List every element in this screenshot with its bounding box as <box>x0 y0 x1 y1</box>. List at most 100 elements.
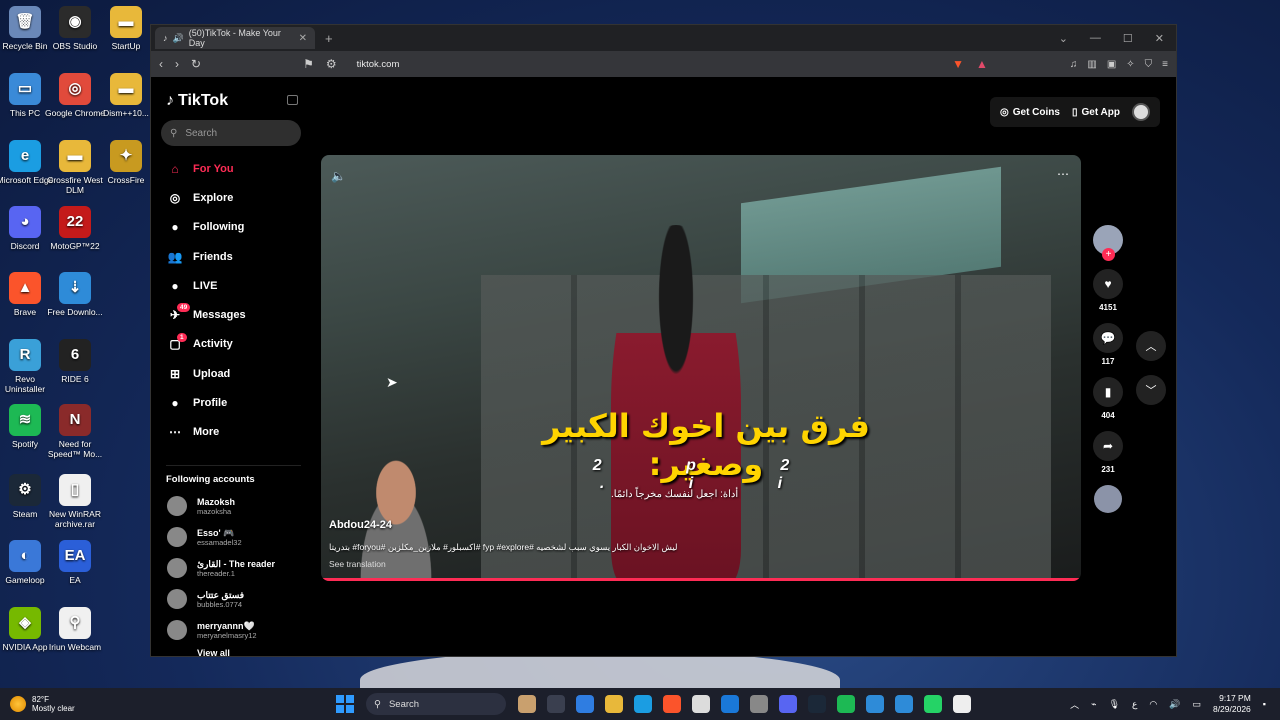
tab-search-icon[interactable]: ⌄ <box>1059 32 1068 45</box>
account-handle: meryanelmasry12 <box>197 630 257 640</box>
language-icon[interactable]: ع <box>1132 699 1137 710</box>
nav-item-for-you[interactable]: ⌂ For You <box>161 154 301 183</box>
profile-avatar[interactable] <box>1132 103 1150 121</box>
more-options-icon[interactable]: ⋯ <box>1057 167 1069 181</box>
taskbar-app-icon[interactable] <box>663 695 681 713</box>
tray-overflow-icon[interactable]: ︿ <box>1070 698 1079 711</box>
menu-icon[interactable]: ≡ <box>1162 59 1168 70</box>
nav-item-following[interactable]: ● Following <box>161 213 301 242</box>
new-tab-button[interactable]: + <box>325 31 333 46</box>
taskbar-app-icon[interactable] <box>634 695 652 713</box>
video-author[interactable]: Abdou24-24 <box>329 519 392 531</box>
desktop-icon[interactable]: N Need for Speed™ Mo... <box>45 404 105 459</box>
search-input[interactable]: ⚲ Search <box>161 120 301 146</box>
taskbar-app-icon[interactable] <box>721 695 739 713</box>
nav-item-messages[interactable]: ✈ 49 Messages <box>161 300 301 329</box>
brave-rewards-icon[interactable]: ▲ <box>976 57 988 71</box>
taskbar-app-icon[interactable] <box>518 695 536 713</box>
weather-widget[interactable]: 82°F Mostly clear <box>0 695 300 713</box>
nav-item-activity[interactable]: ▢ 1 Activity <box>161 330 301 359</box>
taskbar-app-icon[interactable] <box>808 695 826 713</box>
taskbar-app-icon[interactable] <box>750 695 768 713</box>
app-icon: EA <box>59 540 91 572</box>
taskbar-app-icon[interactable] <box>605 695 623 713</box>
nav-item-explore[interactable]: ◎ Explore <box>161 183 301 212</box>
back-icon[interactable]: ‹ <box>159 57 163 71</box>
following-account[interactable]: Mazoksh mazoksha <box>161 491 301 522</box>
reload-icon[interactable]: ↻ <box>191 57 201 71</box>
nav-item-more[interactable]: ⋯ More <box>161 418 301 447</box>
following-account[interactable]: merryannn🤍 meryanelmasry12 <box>161 615 301 646</box>
maximize-button[interactable]: ☐ <box>1123 32 1133 45</box>
music-disc-avatar[interactable] <box>1094 485 1122 513</box>
forward-icon[interactable]: › <box>175 57 179 71</box>
network-icon[interactable]: ⌁ <box>1091 699 1096 710</box>
close-tab-icon[interactable]: ✕ <box>299 33 307 44</box>
video-progress-bar[interactable] <box>321 578 1081 581</box>
collapse-sidebar-icon[interactable] <box>287 95 298 105</box>
taskbar-app-icon[interactable] <box>895 695 913 713</box>
url-field[interactable]: tiktok.com <box>349 59 940 70</box>
notification-icon[interactable]: ▪ <box>1263 699 1266 709</box>
get-app-button[interactable]: ▯ Get App <box>1072 107 1120 118</box>
bookmark-save-icon[interactable]: ▮ <box>1093 377 1123 407</box>
minimize-button[interactable]: — <box>1090 32 1101 45</box>
start-button[interactable] <box>336 695 354 713</box>
taskbar-app-icon[interactable] <box>779 695 797 713</box>
share-icon[interactable]: ➦ <box>1093 431 1123 461</box>
mic-icon[interactable]: 🎙 <box>1109 699 1120 710</box>
site-info-icon[interactable]: ⚙ <box>326 57 337 71</box>
previous-video-icon[interactable]: ︿ <box>1136 331 1166 361</box>
wallet-icon[interactable]: ▣ <box>1107 59 1116 70</box>
nav-label: Explore <box>193 191 234 204</box>
nav-item-friends[interactable]: 👥 Friends <box>161 242 301 271</box>
brave-shields-icon[interactable]: ▼ <box>952 57 964 71</box>
clock[interactable]: 9:17 PM 8/29/2026 <box>1213 693 1251 715</box>
desktop-icon[interactable]: ✦ CrossFire <box>96 140 156 185</box>
desktop-icon[interactable]: EA EA <box>45 540 105 585</box>
taskbar-search[interactable]: ⚲ Search <box>366 693 506 715</box>
follow-plus-icon[interactable]: + <box>1102 248 1115 261</box>
desktop-icon[interactable]: ⇣ Free Downlo... <box>45 272 105 317</box>
nav-item-live[interactable]: ● LIVE <box>161 271 301 300</box>
leo-icon[interactable]: ✧ <box>1126 59 1134 70</box>
nav-item-profile[interactable]: ● Profile <box>161 388 301 417</box>
desktop-icon[interactable]: ⚲ Iriun Webcam <box>45 607 105 652</box>
wifi-icon[interactable]: ◠ <box>1149 699 1157 710</box>
see-translation-link[interactable]: See translation <box>329 559 386 569</box>
taskbar-app-icon[interactable] <box>547 695 565 713</box>
taskbar-app-icon[interactable] <box>953 695 971 713</box>
taskbar-app-icon[interactable] <box>837 695 855 713</box>
creator-avatar[interactable]: + <box>1093 225 1123 261</box>
video-player[interactable]: 🔈 ⋯ فرق بين اخوك الكبير وصغير: 2 p 2 . i… <box>321 155 1081 581</box>
desktop-icon[interactable]: ▬ StartUp <box>96 6 156 51</box>
next-video-icon[interactable]: ﹀ <box>1136 375 1166 405</box>
desktop-icon[interactable]: 22 MotoGP™22 <box>45 206 105 251</box>
bookmark-icon[interactable]: ⚑ <box>303 57 314 71</box>
desktop-icon[interactable]: ▬ Dism++10... <box>96 73 156 118</box>
browser-tab[interactable]: ♪ 🔊 (50)TikTok - Make Your Day ✕ <box>155 27 315 49</box>
get-coins-button[interactable]: ◎ Get Coins <box>1000 107 1060 118</box>
tiktok-logo[interactable]: ♪ TikTok <box>166 92 301 110</box>
desktop-icon[interactable]: 6 RIDE 6 <box>45 339 105 384</box>
battery-icon[interactable]: ▭ <box>1192 699 1201 710</box>
vpn-icon[interactable]: ⛉ <box>1145 59 1153 70</box>
desktop-icon[interactable]: ▯ New WinRAR archive.rar <box>45 474 105 529</box>
comment-icon[interactable]: 💬 <box>1093 323 1123 353</box>
volume-tray-icon[interactable]: 🔊 <box>1169 699 1180 710</box>
following-account[interactable]: القارئ - The reader thereader.1 <box>161 553 301 584</box>
sidebar-icon[interactable]: ▥ <box>1087 59 1096 70</box>
following-account[interactable]: فستق عتتاب bubbles.0774 <box>161 584 301 615</box>
media-icon[interactable]: ♫ <box>1070 59 1078 70</box>
following-account[interactable]: Esso' 🎮 essamadel32 <box>161 522 301 553</box>
view-all-link[interactable]: View all <box>161 648 301 658</box>
taskbar-app-icon[interactable] <box>692 695 710 713</box>
close-window-button[interactable]: ✕ <box>1155 32 1164 45</box>
audio-icon[interactable]: 🔊 <box>173 33 184 44</box>
taskbar-app-icon[interactable] <box>576 695 594 713</box>
nav-item-upload[interactable]: ⊞ Upload <box>161 359 301 388</box>
like-icon[interactable]: ♥ <box>1093 269 1123 299</box>
volume-icon[interactable]: 🔈 <box>331 169 346 183</box>
taskbar-app-icon[interactable] <box>924 695 942 713</box>
taskbar-app-icon[interactable] <box>866 695 884 713</box>
